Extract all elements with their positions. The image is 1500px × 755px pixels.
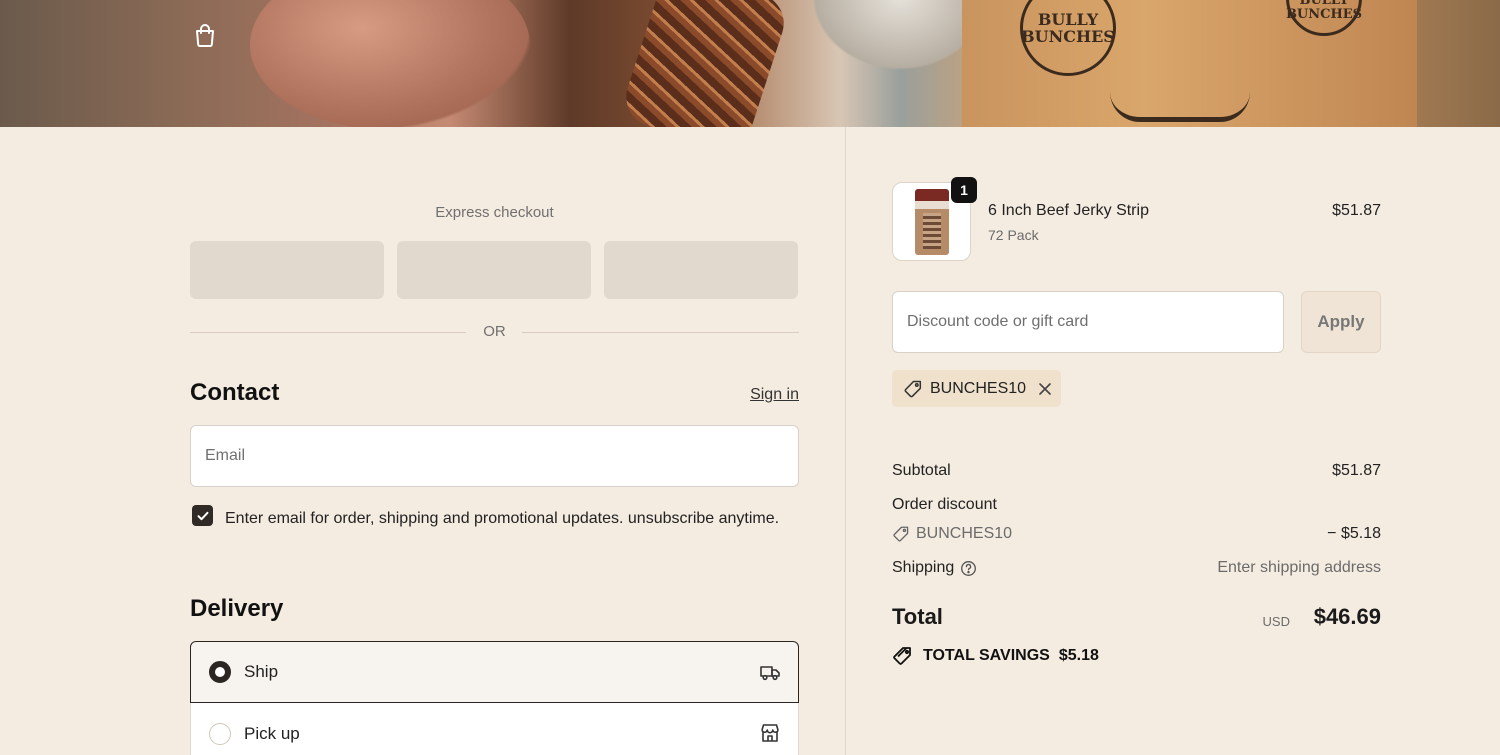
- total-label: Total: [892, 604, 943, 629]
- subtotal-row: Subtotal $51.87: [892, 462, 1381, 480]
- express-pay-button-3[interactable]: [604, 241, 798, 299]
- hero-hand: [250, 0, 530, 127]
- sign-in-link[interactable]: Sign in: [750, 386, 799, 404]
- tag-icon: [893, 526, 909, 542]
- subtotal-value: $51.87: [1332, 462, 1381, 479]
- quantity-badge: 1: [951, 177, 977, 203]
- delivery-option-ship[interactable]: Ship: [190, 641, 799, 703]
- hero-banner: BULLY BUNCHES BULLY BUNCHES: [0, 0, 1500, 127]
- hero-jerky: [618, 0, 792, 127]
- subtotal-label: Subtotal: [892, 462, 951, 479]
- shipping-row: Shipping Enter shipping address: [892, 559, 1381, 577]
- discount-code-label: BUNCHES10: [916, 525, 1013, 542]
- shipping-label: Shipping: [892, 559, 955, 576]
- savings-label: TOTAL SAVINGS: [923, 647, 1050, 664]
- product-image: [915, 189, 949, 255]
- total-value: $46.69: [1313, 604, 1381, 629]
- order-discount-label: Order discount: [892, 496, 997, 513]
- applied-code-label: BUNCHES10: [930, 379, 1027, 397]
- pickup-label: Pick up: [244, 723, 300, 743]
- dog-silhouette: [1110, 92, 1250, 122]
- truck-icon: [760, 666, 780, 681]
- delivery-options: Ship Pick up: [190, 641, 799, 755]
- express-pay-button-2[interactable]: [397, 241, 591, 299]
- checkmark-icon: [197, 511, 208, 520]
- store-icon: [761, 724, 779, 742]
- product-variant: 72 Pack: [988, 227, 1039, 243]
- discount-code-row: BUNCHES10 − $5.18: [892, 525, 1381, 543]
- discount-code-input[interactable]: [892, 291, 1284, 353]
- marketing-checkbox[interactable]: [192, 505, 213, 526]
- column-divider: [845, 127, 846, 755]
- savings-tag-icon: [893, 647, 911, 665]
- total-currency: USD: [1262, 614, 1290, 629]
- pickup-radio[interactable]: [209, 722, 231, 745]
- ship-label: Ship: [244, 662, 279, 681]
- help-icon[interactable]: [960, 560, 977, 577]
- delivery-title: Delivery: [190, 595, 284, 622]
- or-divider: OR: [190, 323, 799, 343]
- discount-value: − $5.18: [1327, 525, 1381, 542]
- shopping-bag-icon[interactable]: [192, 22, 218, 48]
- express-pay-button-1[interactable]: [190, 241, 384, 299]
- contact-title: Contact: [190, 379, 280, 406]
- tag-icon: [904, 380, 922, 397]
- email-field[interactable]: [190, 425, 799, 487]
- marketing-checkbox-label: Enter email for order, shipping and prom…: [225, 510, 780, 527]
- ship-radio[interactable]: [209, 661, 231, 683]
- express-checkout-label: Express checkout: [435, 204, 554, 221]
- product-name: 6 Inch Beef Jerky Strip: [988, 202, 1149, 219]
- product-price: $51.87: [1332, 202, 1381, 219]
- applied-discount-chip: BUNCHES10: [892, 370, 1061, 407]
- delivery-option-pickup[interactable]: Pick up: [190, 703, 799, 755]
- order-discount-row: Order discount: [892, 496, 1381, 514]
- or-label: OR: [483, 323, 506, 340]
- close-icon[interactable]: [1038, 382, 1052, 396]
- total-savings: TOTAL SAVINGS $5.18: [892, 645, 1099, 667]
- apply-button[interactable]: Apply: [1301, 291, 1381, 353]
- savings-value: $5.18: [1058, 647, 1099, 664]
- shipping-value: Enter shipping address: [1217, 559, 1381, 576]
